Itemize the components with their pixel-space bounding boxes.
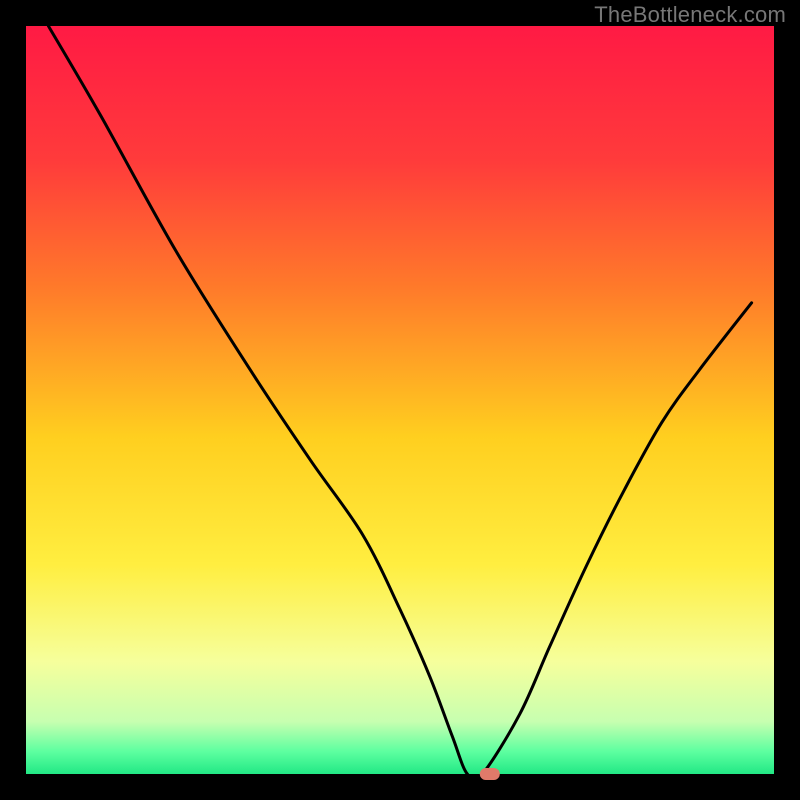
optimum-marker: [480, 768, 500, 780]
watermark-text: TheBottleneck.com: [594, 2, 786, 28]
plot-area: [26, 26, 774, 774]
chart-frame: TheBottleneck.com: [0, 0, 800, 800]
bottleneck-chart: [0, 0, 800, 800]
